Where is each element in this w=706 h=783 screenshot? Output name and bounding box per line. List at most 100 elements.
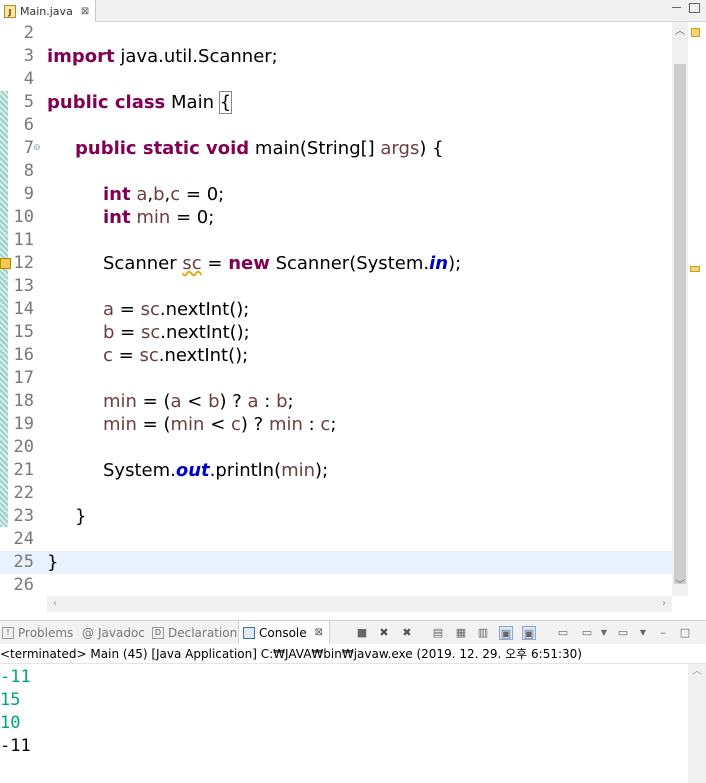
at-icon: @ — [82, 625, 94, 640]
code-line-25: } — [47, 552, 59, 573]
console-tab-bar: ! Problems @ Javadoc D Declaration Console ⊠… — [0, 620, 706, 644]
editor-horizontal-scrollbar[interactable]: ‹ › — [47, 596, 672, 612]
editor-tab-title: Main.java — [20, 4, 73, 18]
scroll-lock-icon[interactable]: ▦ — [454, 626, 468, 640]
declaration-icon: D — [152, 626, 164, 639]
line-number: 12 — [13, 253, 34, 273]
minimize-icon[interactable] — [672, 2, 681, 8]
remove-all-terminated-icon[interactable]: ✖ — [400, 626, 414, 640]
pin-console-icon[interactable]: ▭ — [556, 626, 570, 640]
code-line-10: int min = 0; — [103, 207, 215, 228]
display-console-dropdown-icon[interactable]: ▼ — [597, 626, 611, 640]
code-line-row: 11 — [0, 229, 672, 252]
line-number: 21 — [13, 460, 34, 480]
code-line-row: 21 — [0, 459, 672, 482]
line-number: 14 — [13, 299, 34, 319]
console-maximize-icon[interactable]: □ — [678, 626, 692, 640]
code-line-23: } — [75, 506, 87, 527]
editor-tab-bar: J Main.java ⊠ — [0, 0, 706, 22]
line-number: 3 — [23, 46, 34, 66]
line-number: 5 — [23, 92, 34, 112]
display-console-icon[interactable]: ▭ — [580, 626, 594, 640]
line-number: 4 — [23, 69, 34, 89]
code-line-row: 26 — [0, 574, 672, 597]
word-wrap-icon[interactable]: ▥ — [476, 626, 490, 640]
code-line-15: b = sc.nextInt(); — [103, 322, 250, 343]
line-number: 22 — [13, 483, 34, 503]
line-number: 16 — [13, 345, 34, 365]
tab-problems[interactable]: ! Problems — [2, 621, 73, 644]
fold-collapse-icon[interactable]: ⊖ — [33, 137, 41, 160]
line-number: 9 — [23, 184, 34, 204]
scroll-left-icon[interactable]: ‹ — [47, 596, 63, 612]
console-icon — [243, 626, 255, 639]
console-output-line: 15 — [0, 690, 21, 710]
code-line-9: int a,b,c = 0; — [103, 184, 225, 205]
code-line-3: import java.util.Scanner; — [47, 46, 278, 67]
show-on-stdout-icon[interactable]: ▣ — [499, 626, 513, 640]
code-line-row: 8 — [0, 160, 672, 183]
console-output-line: -11 — [0, 667, 31, 687]
console-process-status: <terminated> Main (45) [Java Application… — [0, 644, 706, 664]
line-number: 10 — [13, 207, 34, 227]
tab-declaration[interactable]: D Declaration — [152, 621, 237, 644]
line-number: 26 — [13, 575, 34, 595]
code-line-row: 18 — [0, 390, 672, 413]
open-console-icon[interactable]: ▭ — [616, 626, 630, 640]
console-minimize-icon[interactable]: – — [656, 626, 670, 640]
code-line-12: Scanner sc = new Scanner(System.in); — [103, 253, 462, 274]
code-line-row: 25 — [0, 551, 672, 574]
editor-tab-main-java[interactable]: J Main.java ⊠ — [0, 0, 96, 22]
code-editor[interactable]: 2 3 4 5 6 7 8 9 10 11 12 13 14 15 16 17 18 19 20 21 22 23 24 25… — [0, 22, 706, 612]
code-line-14: a = sc.nextInt(); — [103, 299, 250, 320]
remove-launch-icon[interactable]: ✖ — [377, 626, 391, 640]
tab-javadoc[interactable]: @ Javadoc — [82, 621, 145, 644]
line-number: 20 — [13, 437, 34, 457]
code-line-21: System.out.println(min); — [103, 460, 329, 481]
console-output-line: -11 — [0, 736, 31, 756]
code-line-row: 22 — [0, 482, 672, 505]
close-tab-icon[interactable]: ⊠ — [81, 6, 89, 17]
editor-vertical-scrollbar[interactable]: ︿ ﹀ — [672, 22, 688, 596]
code-line-row: 16 — [0, 344, 672, 367]
overview-warning-summary-icon[interactable] — [691, 28, 700, 37]
line-number: 15 — [13, 322, 34, 342]
console-vertical-scrollbar[interactable]: ︿ — [688, 664, 706, 783]
code-line-row: 4 — [0, 68, 672, 91]
line-number: 25 — [13, 552, 34, 572]
line-number: 19 — [13, 414, 34, 434]
code-line-18: min = (a < b) ? a : b; — [103, 391, 294, 412]
console-scroll-up-icon[interactable]: ︿ — [688, 664, 706, 680]
overview-ruler — [688, 22, 706, 596]
scroll-right-icon[interactable]: › — [656, 596, 672, 612]
scroll-up-icon[interactable]: ︿ — [672, 24, 688, 40]
overview-warning-marker[interactable] — [690, 266, 700, 272]
close-console-icon[interactable]: ⊠ — [315, 627, 323, 638]
code-line-row: 20 — [0, 436, 672, 459]
line-number: 17 — [13, 368, 34, 388]
code-line-5: public class Main { — [47, 91, 233, 114]
java-file-icon: J — [4, 4, 16, 18]
maximize-icon[interactable] — [689, 3, 700, 13]
open-console-dropdown-icon[interactable]: ▼ — [636, 626, 650, 640]
code-line-row: 17 — [0, 367, 672, 390]
show-on-stderr-icon[interactable]: ▣ — [522, 626, 536, 640]
code-line-16: c = sc.nextInt(); — [103, 345, 249, 366]
line-number: 13 — [13, 276, 34, 296]
line-number: 8 — [23, 161, 34, 181]
console-output[interactable]: -11 15 10 -11 ︿ — [0, 664, 706, 783]
console-output-line: 10 — [0, 713, 21, 733]
line-number: 7 — [23, 138, 34, 158]
clear-console-icon[interactable]: ▤ — [431, 626, 445, 640]
code-line-row: 9 — [0, 183, 672, 206]
code-line-7: public static void main(String[] args) { — [75, 138, 444, 159]
scrollbar-thumb[interactable] — [674, 64, 686, 584]
terminate-icon[interactable]: ■ — [355, 626, 369, 640]
line-number: 18 — [13, 391, 34, 411]
line-number: 11 — [13, 230, 34, 250]
line-number: 6 — [23, 115, 34, 135]
tab-console[interactable]: Console ⊠ — [238, 621, 331, 644]
scroll-down-icon[interactable]: ﹀ — [672, 578, 688, 594]
code-line-row: 10 — [0, 206, 672, 229]
warning-icon[interactable] — [0, 258, 11, 269]
